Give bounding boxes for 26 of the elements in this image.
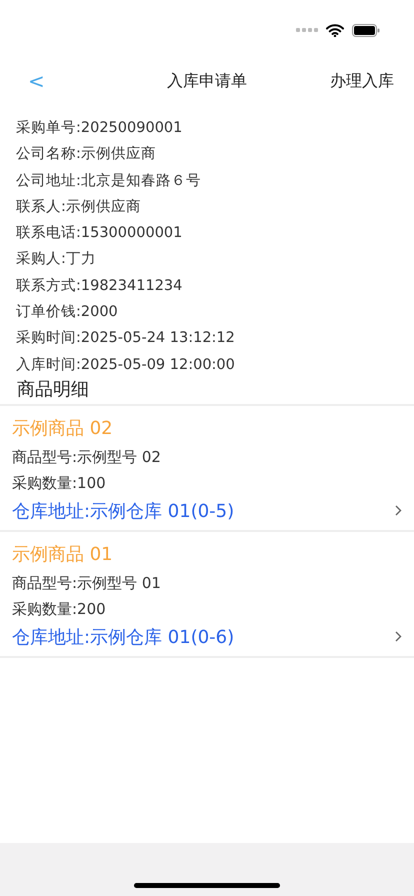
- chevron-icon: [395, 505, 402, 516]
- info-text: 采购单号:20250090001: [16, 119, 184, 138]
- info-text: 入库时间:2025-05-09 12:00:00: [16, 356, 236, 375]
- signal-icon: [296, 28, 318, 32]
- product-model: 商品型号:示例型号 01: [12, 572, 162, 594]
- page-title: 入库申请单: [167, 70, 247, 92]
- product-quantity: 采购数量:200: [12, 598, 107, 620]
- check-in-button[interactable]: 办理入库: [330, 70, 394, 92]
- product-name: 示例商品 02: [12, 416, 114, 441]
- product-model: 商品型号:示例型号 02: [12, 446, 162, 468]
- info-text: 采购人:丁力: [16, 250, 97, 270]
- info-text: 联系方式:19823411234: [16, 276, 184, 296]
- chevron-icon: [395, 631, 402, 642]
- battery-icon: [352, 24, 380, 36]
- wifi-icon: [326, 24, 344, 36]
- product-name: 示例商品 01: [12, 542, 114, 567]
- info-text: 公司名称:示例供应商: [16, 144, 157, 164]
- section-title: 商品明细: [16, 378, 90, 402]
- info-text: 订单价钱:2000: [16, 303, 119, 322]
- info-text: 联系电话:15300000001: [16, 224, 184, 244]
- warehouse-link[interactable]: 仓库地址:示例仓库 01(0-6): [12, 624, 234, 649]
- info-text: 采购时间:2025-05-24 13:12:12: [16, 329, 236, 348]
- info-text: 公司地址:北京是知春路６号: [16, 172, 202, 191]
- info-text: 联系人:示例供应商: [16, 198, 142, 217]
- warehouse-link[interactable]: 仓库地址:示例仓库 01(0-5): [12, 498, 234, 523]
- product-quantity: 采购数量:100: [12, 472, 107, 494]
